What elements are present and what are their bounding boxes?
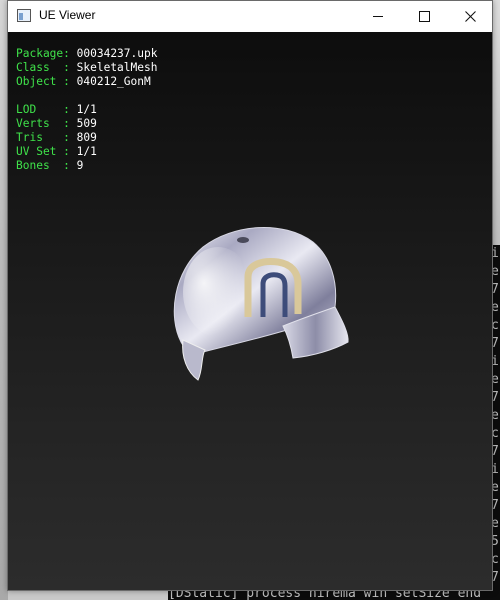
mesh-stats: LOD : 1/1 Verts : 509 Tris : 809 UV Set : 1… [16,103,157,173]
info-label: Package: [16,47,70,60]
info-value: 00034237.upk [76,47,158,60]
info-label: Class : [16,61,70,74]
maximize-icon [418,11,430,22]
info-value: 9 [76,159,84,172]
maximize-button[interactable] [401,1,447,32]
info-label: Bones : [16,159,70,172]
info-line: Class : SkeletalMesh [16,61,157,75]
title-bar[interactable]: UE Viewer [8,1,492,32]
info-value: 1/1 [76,145,97,158]
info-value: 040212_GonM [76,75,151,88]
info-line: Tris : 809 [16,131,157,145]
info-label: UV Set : [16,145,70,158]
3d-viewport[interactable]: Package: 00034237.upk Class : SkeletalMes… [8,32,492,590]
close-button[interactable] [447,1,493,32]
mesh-info-overlay: Package: 00034237.upk Class : SkeletalMes… [16,47,157,173]
info-line: Package: 00034237.upk [16,47,157,61]
baseball-helmet-model[interactable] [163,222,353,387]
info-label: Object : [16,75,70,88]
desktop-background-right [492,0,500,245]
info-value: 509 [76,117,97,130]
info-label: Verts : [16,117,70,130]
object-info: Package: 00034237.upk Class : SkeletalMes… [16,47,157,89]
ue-viewer-window: UE Viewer Package: 00034237.upk Class : S… [7,0,493,591]
info-line: Verts : 509 [16,117,157,131]
window-title: UE Viewer [39,8,96,22]
minimize-button[interactable] [355,1,401,32]
info-value: 1/1 [76,103,97,116]
info-value: SkeletalMesh [76,61,158,74]
info-line: Bones : 9 [16,159,157,173]
minimize-icon [373,16,383,17]
info-line: LOD : 1/1 [16,103,157,117]
app-icon [17,9,31,22]
info-label: LOD : [16,103,70,116]
info-label: Tris : [16,131,70,144]
info-line: UV Set : 1/1 [16,145,157,159]
info-line: Object : 040212_GonM [16,75,157,89]
info-value: 809 [76,131,97,144]
close-icon [464,11,476,22]
